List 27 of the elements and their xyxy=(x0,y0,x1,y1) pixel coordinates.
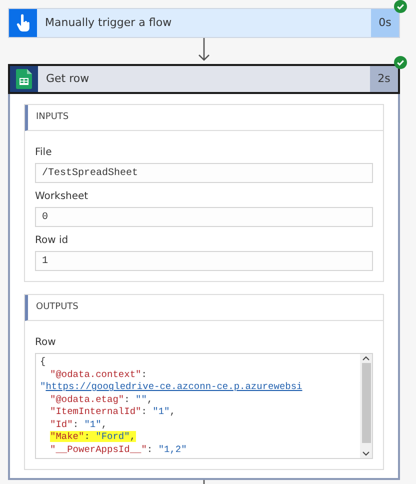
json-line: "@odata.etag": "", xyxy=(50,394,153,404)
panel-heading: INPUTS xyxy=(36,110,69,124)
scroll-down-icon[interactable] xyxy=(362,451,370,456)
json-line: "__PowerAppsId__": "1,2" xyxy=(50,444,187,454)
down-arrow xyxy=(198,38,210,62)
input-field: /TestSpreadSheet xyxy=(35,163,373,183)
vertical-scrollbar[interactable] xyxy=(360,354,372,458)
step-card[interactable]: Manually trigger a flow 0s xyxy=(8,8,400,38)
panel-heading: OUTPUTS xyxy=(36,300,78,314)
field-label: Worksheet xyxy=(35,190,90,204)
step-card[interactable]: Get row 2s xyxy=(8,64,400,94)
step-title: Get row xyxy=(38,66,370,92)
step-duration: 2s xyxy=(370,66,398,92)
input-field: 1 xyxy=(35,251,373,271)
json-line: "ItemInternalId": "1", xyxy=(50,406,176,417)
json-line: { xyxy=(40,356,46,367)
step-duration: 0s xyxy=(371,9,399,37)
step-title: Manually trigger a flow xyxy=(37,9,371,37)
json-line: "@odata.context": "https://googledrive-ce.azconn-ce.p.azurewebsi xyxy=(40,368,302,392)
field-label: Row id xyxy=(35,234,70,248)
spreadsheet-icon xyxy=(16,69,32,89)
json-line: "Id": "1", xyxy=(50,418,108,430)
input-field: 0 xyxy=(35,207,373,227)
pointing-hand-icon xyxy=(16,14,30,32)
scroll-up-icon[interactable] xyxy=(362,356,370,361)
field-label: File xyxy=(35,146,53,160)
field-label: Row xyxy=(35,336,57,350)
